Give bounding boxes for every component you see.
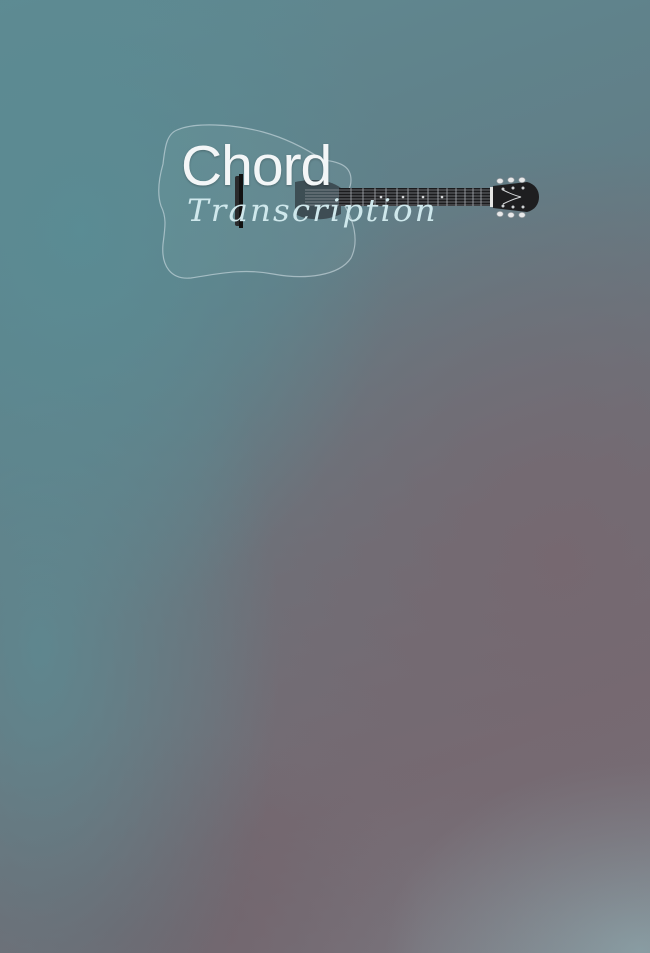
app-subtitle: Transcription — [187, 193, 438, 229]
app-title: Chord — [181, 134, 332, 198]
app-logo: Chord Transcription — [155, 118, 545, 283]
splash-screen: Chord Transcription — [0, 0, 650, 953]
